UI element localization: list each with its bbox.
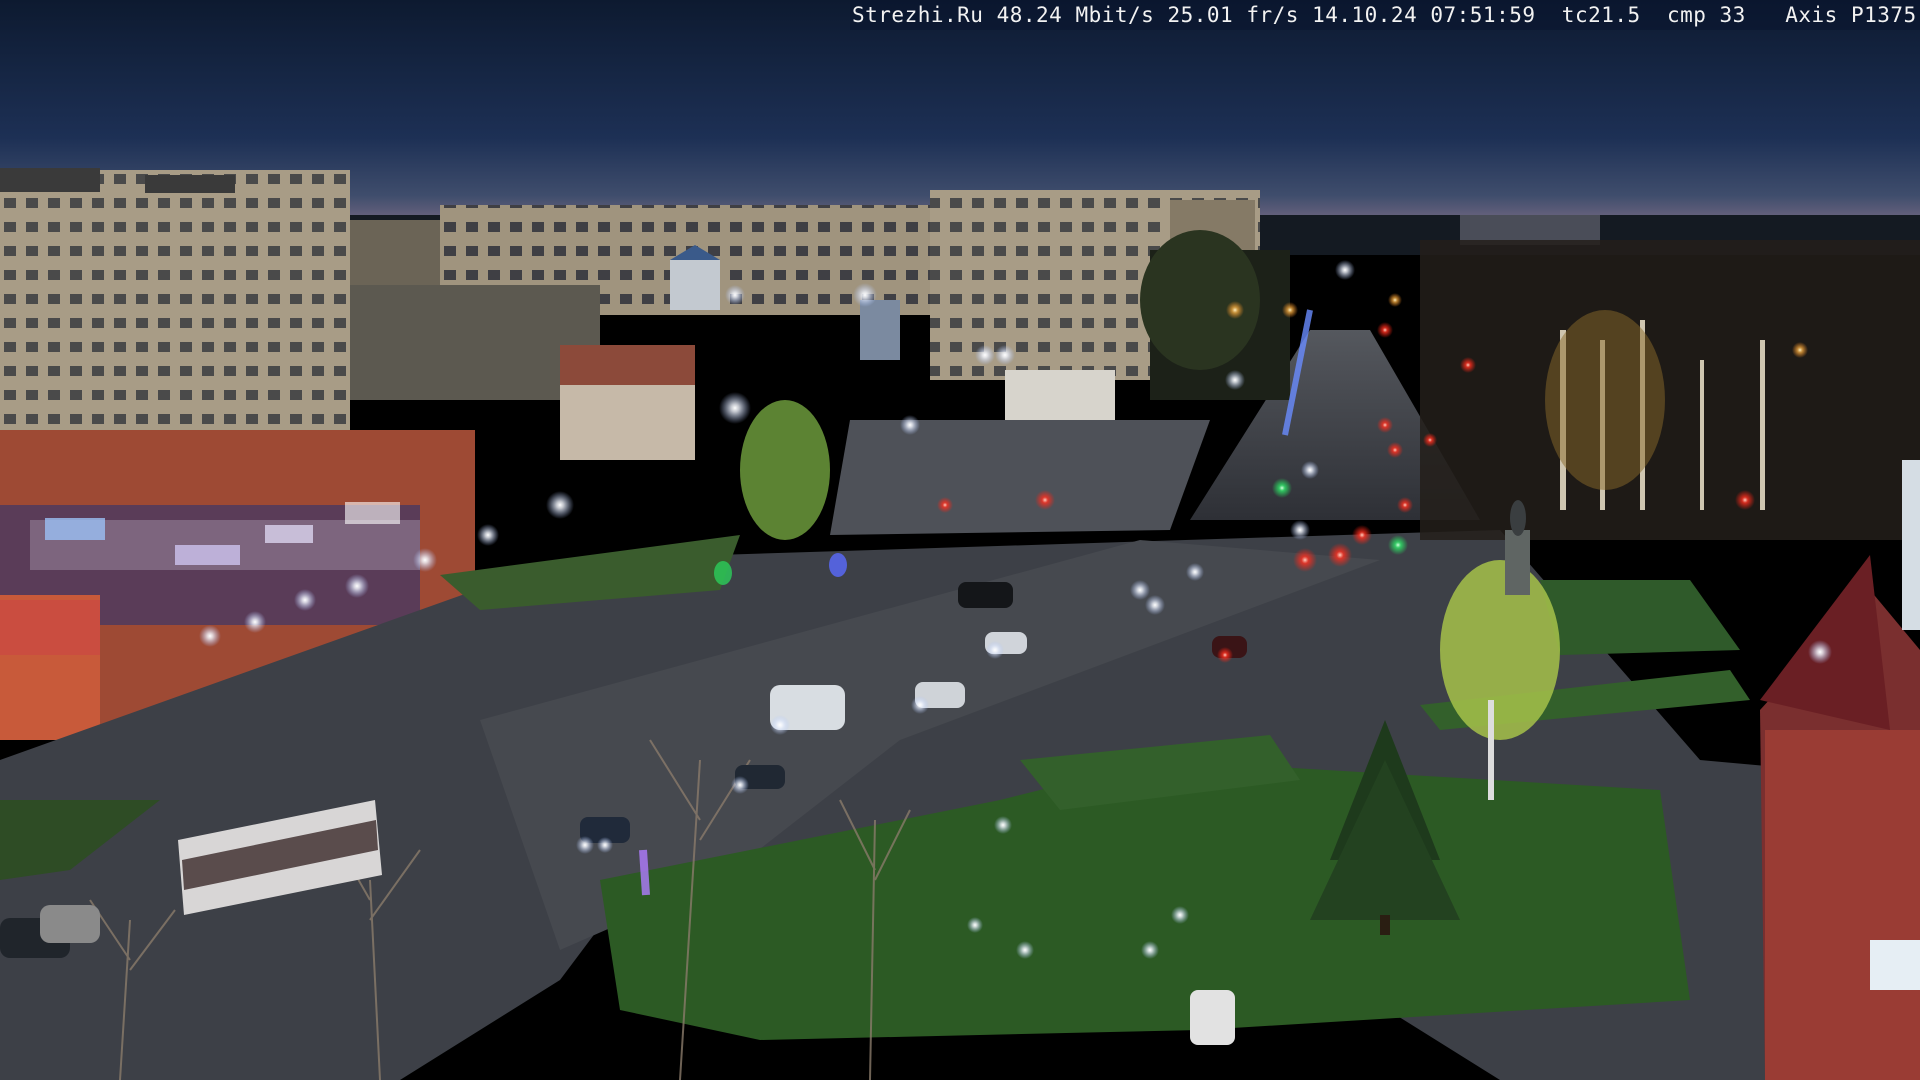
camera-status-overlay: Strezhi.Ru 48.24 Mbit/s 25.01 fr/s 14.10… xyxy=(850,0,1920,30)
lawn-right xyxy=(1540,580,1740,655)
overlay-site: Strezhi.Ru xyxy=(852,3,984,27)
overlay-framerate: 25.01 fr/s xyxy=(1167,3,1299,27)
overlay-bitrate: 48.24 Mbit/s xyxy=(996,3,1155,27)
overlay-camera: Axis P1375 xyxy=(1785,3,1917,27)
overlay-tc: tc21.5 xyxy=(1561,3,1641,27)
trees-left-avenue xyxy=(1140,230,1290,400)
birch-left xyxy=(740,400,830,540)
birch-trees-right xyxy=(1420,240,1920,540)
overlay-cmp: cmp 33 xyxy=(1666,3,1746,27)
webcam-scene xyxy=(0,0,1920,1080)
plaza xyxy=(830,420,1210,535)
overlay-datetime: 14.10.24 07:51:59 xyxy=(1312,3,1536,27)
brick-building-right xyxy=(1760,460,1920,1080)
